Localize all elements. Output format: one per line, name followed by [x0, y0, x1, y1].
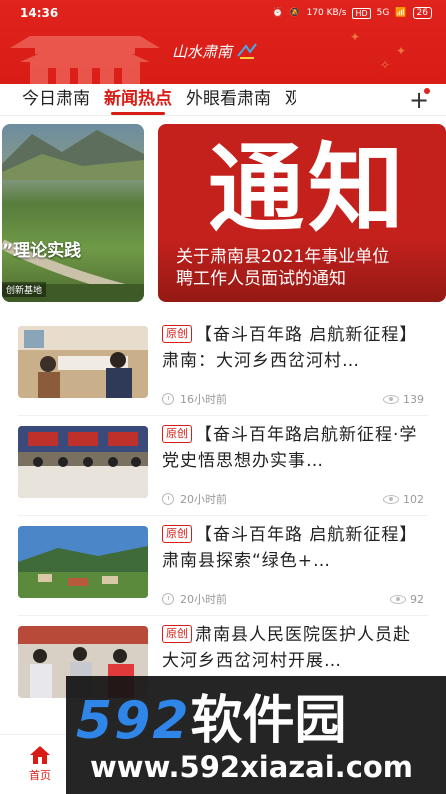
- news-time: 16小时前: [180, 393, 227, 406]
- logo-mark-icon: [237, 43, 257, 59]
- news-thumbnail: [18, 426, 148, 498]
- banner-slide-current[interactable]: 通知 关于肃南县2021年事业单位 聘工作人员面试的通知: [158, 124, 446, 302]
- news-time: 20小时前: [180, 493, 227, 506]
- view-count: 139: [383, 393, 424, 406]
- eye-icon: [383, 494, 399, 504]
- eye-icon: [390, 594, 406, 604]
- news-item[interactable]: 原创 【奋斗百年路 启航新征程】肃南：大河乡西岔河村… 16小时前 139: [0, 316, 446, 416]
- news-item[interactable]: 原创 【奋斗百年路启航新征程·学党史悟思想办实事… 20小时前 102: [0, 416, 446, 516]
- notification-dot: [424, 88, 430, 94]
- add-tab-button[interactable]: +: [404, 84, 434, 116]
- tab-news-hot[interactable]: 新闻热点: [97, 84, 179, 116]
- alarm-icon: ⏰: [272, 8, 284, 18]
- net-speed: 170 KB/s: [306, 8, 347, 18]
- tab-outside-view[interactable]: 外眼看肃南: [179, 84, 278, 116]
- original-tag: 原创: [162, 325, 192, 343]
- news-title: 原创 【奋斗百年路启航新征程·学党史悟思想办实事…: [162, 425, 418, 471]
- banner-caption: ”理论实践: [2, 241, 82, 261]
- status-time: 14:36: [20, 6, 59, 20]
- clock-icon: [162, 493, 174, 505]
- tab-partial[interactable]: 观: [278, 84, 296, 116]
- hd-badge: HD: [352, 7, 371, 19]
- view-count: 92: [390, 593, 424, 606]
- tab-today-sunan[interactable]: 今日肃南: [0, 84, 97, 116]
- news-thumbnail: [18, 326, 148, 398]
- view-count: 102: [383, 493, 424, 506]
- watermark-brand: 592软件园: [76, 691, 347, 751]
- original-tag: 原创: [162, 425, 192, 443]
- news-title: 原创 肃南县人民医院医护人员赴大河乡西岔河村开展…: [162, 625, 411, 671]
- news-title: 原创 【奋斗百年路 启航新征程】肃南：大河乡西岔河村…: [162, 325, 418, 371]
- site-watermark: 592软件园 www.592xiazai.com: [66, 676, 446, 794]
- news-meta: 20小时前 102: [162, 490, 424, 508]
- banner-carousel[interactable]: ”理论实践 创新基地 通知 关于肃南县2021年事业单位 聘工作人员面试的通知: [0, 124, 446, 304]
- eye-icon: [383, 394, 399, 404]
- banner-big-text: 通知: [208, 132, 408, 245]
- app-header: ✦ ✦ ✧ 14:36 ⏰ 🔕 170 KB/s HD 5G 📶 26 山水肃南: [0, 0, 446, 84]
- mountain-image: [2, 130, 144, 180]
- battery-indicator: 26: [412, 7, 432, 19]
- banner-tagline: 创新基地: [2, 282, 47, 297]
- original-tag: 原创: [162, 525, 192, 543]
- original-tag: 原创: [162, 625, 192, 643]
- news-title: 原创 【奋斗百年路 启航新征程】肃南县探索“绿色+…: [162, 525, 418, 571]
- logo-text: 山水肃南: [172, 42, 233, 61]
- news-meta: 20小时前 92: [162, 590, 424, 608]
- nav-home-label: 首页: [29, 769, 51, 782]
- channel-tabs: 今日肃南 新闻热点 外眼看肃南 观: [0, 84, 446, 116]
- decor-bird-icon: ✦: [396, 44, 407, 58]
- nav-home[interactable]: 首页: [18, 745, 62, 783]
- status-bar: 14:36 ⏰ 🔕 170 KB/s HD 5G 📶 26: [0, 0, 446, 26]
- wifi-icon: 📶: [395, 8, 407, 18]
- watermark-url: www.592xiazai.com: [90, 750, 414, 784]
- banner-slide-previous[interactable]: ”理论实践 创新基地: [2, 124, 144, 302]
- mute-icon: 🔕: [289, 8, 301, 18]
- banner-title: 关于肃南县2021年事业单位 聘工作人员面试的通知: [176, 246, 446, 290]
- banner-title-line2: 聘工作人员面试的通知: [176, 269, 346, 289]
- news-time: 20小时前: [180, 593, 227, 606]
- banner-title-line1: 关于肃南县2021年事业单位: [176, 247, 390, 267]
- clock-icon: [162, 593, 174, 605]
- decor-bird-icon: ✦: [350, 30, 361, 44]
- palace-illustration: [10, 36, 160, 84]
- signal-label: 5G: [376, 8, 390, 18]
- news-item[interactable]: 原创 【奋斗百年路 启航新征程】肃南县探索“绿色+… 20小时前 92: [0, 516, 446, 616]
- decor-bird-icon: ✧: [380, 58, 391, 72]
- app-logo: 山水肃南: [172, 38, 268, 64]
- home-icon: [30, 746, 50, 764]
- clock-icon: [162, 393, 174, 405]
- news-thumbnail: [18, 526, 148, 598]
- news-meta: 16小时前 139: [162, 390, 424, 408]
